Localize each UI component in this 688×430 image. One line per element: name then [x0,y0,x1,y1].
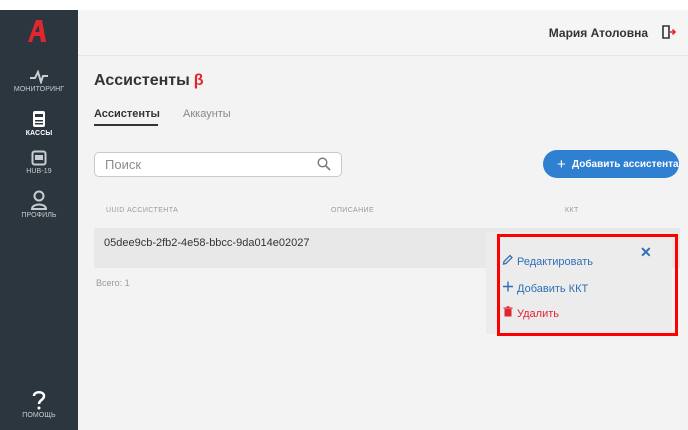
column-header-kkt[interactable]: ККТ [565,207,579,214]
tab-assistants[interactable]: Ассистенты [94,108,160,120]
sidebar-item-cashboxes[interactable]: КАССЫ [0,110,78,137]
column-header-uuid[interactable]: UUID АССИСТЕНТА [106,207,178,214]
add-assistant-label: Добавить ассистента [572,159,679,170]
help-icon [32,391,46,410]
sidebar-item-label: HUB-19 [26,168,52,175]
add-kkt-menu-item[interactable]: Добавить ККТ [502,281,588,295]
total-count: Всего: 1 [96,278,130,288]
sidebar-item-monitoring[interactable]: МОНИТОРИНГ [0,70,78,93]
sidebar-item-profile[interactable]: ПРОФИЛЬ [0,190,78,219]
trash-icon [503,306,513,317]
page-title-text: Ассистенты [94,72,190,89]
assistant-uuid: 05dee9cb-2fb2-4e58-bbcc-9da014e02027 [104,237,310,249]
search-input[interactable] [95,153,305,176]
close-icon[interactable]: ✕ [640,244,652,261]
sidebar-item-label: МОНИТОРИНГ [13,86,65,93]
top-strip [0,0,688,10]
column-header-description[interactable]: ОПИСАНИЕ [331,207,374,214]
edit-label: Редактировать [517,256,593,268]
cash-register-icon [33,111,45,127]
active-tab-indicator [94,124,158,126]
pencil-icon [502,254,513,265]
user-icon [30,190,48,210]
page-title: Ассистенты β [94,72,204,90]
sidebar-item-hub[interactable]: HUB-19 [0,150,78,175]
search-icon[interactable] [317,157,331,171]
row-context-menu: ✕ Редактировать Добавить ККТ Удалить [486,232,672,334]
user-name[interactable]: Мария Атоловна [549,26,648,40]
hub-icon [31,150,47,166]
sidebar-item-help[interactable]: ПОМОЩЬ [0,390,78,419]
delete-label: Удалить [517,308,559,320]
sidebar-item-label: ПРОФИЛЬ [21,212,57,219]
plus-icon: + [557,156,566,173]
search-box [94,152,342,177]
delete-menu-item[interactable]: Удалить [502,306,559,320]
beta-badge: β [193,72,204,89]
plus-icon [503,281,513,292]
sidebar-item-label: ПОМОЩЬ [22,412,56,419]
tab-accounts[interactable]: Аккаунты [183,108,231,120]
pulse-icon [30,70,48,84]
logo-icon[interactable] [22,16,52,46]
edit-menu-item[interactable]: Редактировать [502,254,593,268]
sidebar-item-label: КАССЫ [25,130,53,137]
top-bar: Мария Атоловна [78,10,688,56]
add-kkt-label: Добавить ККТ [517,283,589,295]
logout-icon[interactable] [660,24,676,40]
sidebar: МОНИТОРИНГ КАССЫ HUB-19 ПРОФИЛЬ ПОМОЩЬ [0,10,78,430]
add-assistant-button[interactable]: + Добавить ассистента [543,150,679,178]
